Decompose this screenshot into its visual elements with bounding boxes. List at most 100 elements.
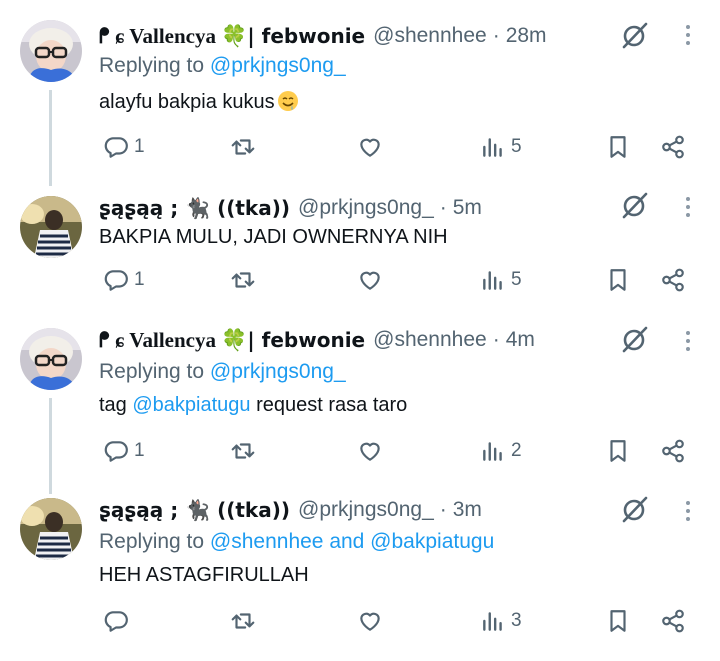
clover-badge: 🍀 (221, 23, 248, 48)
repost-button[interactable] (230, 130, 256, 164)
repost-icon (231, 443, 255, 459)
heart-icon (360, 138, 380, 157)
bookmark-icon (610, 136, 626, 158)
views-button[interactable]: 3 (480, 604, 522, 638)
views-icon (483, 138, 502, 157)
grok-icon[interactable] (620, 190, 650, 220)
bookmark-icon (610, 610, 626, 632)
like-button[interactable] (357, 604, 383, 638)
handle[interactable]: @shennhee (373, 328, 487, 352)
views-count: 5 (511, 269, 522, 290)
heart-icon (360, 271, 380, 290)
reply-button[interactable]: 1 (103, 434, 145, 468)
tweet-text: alayfu bakpia kukus (99, 90, 299, 114)
timestamp[interactable]: 5m (453, 196, 482, 220)
mention-link[interactable]: @shennhee and @bakpiatugu (210, 530, 494, 553)
share-button[interactable] (660, 604, 686, 638)
mention-link[interactable]: @bakpiatugu (132, 394, 250, 416)
views-count: 2 (511, 440, 522, 461)
tweet-4[interactable]: ʂąʂąą ; 🐈‍⬛ ((tka)) @prkjngs0ng_ · 3m Re… (0, 474, 720, 661)
share-button[interactable] (660, 130, 686, 164)
display-name[interactable]: ʂąʂąą ; 🐈‍⬛ ((tka)) (99, 498, 290, 522)
views-button[interactable]: 5 (480, 263, 522, 297)
views-count: 5 (511, 136, 522, 157)
more-icon[interactable] (676, 20, 700, 50)
like-button[interactable] (357, 130, 383, 164)
heart-icon (360, 442, 380, 461)
views-count: 3 (511, 610, 522, 631)
action-bar: 1 5 (0, 263, 720, 297)
display-name[interactable]: ʂąʂąą ; 🐈‍⬛ ((tka)) (99, 196, 290, 220)
share-button[interactable] (660, 434, 686, 468)
reply-icon (104, 441, 128, 462)
tweet-text: BAKPIA MULU, JADI OWNERNYA NIH (99, 226, 448, 248)
tweet-header: ᖰ ɕ Vallencya 🍀| febwonie @shennhee · 28… (99, 22, 547, 50)
heart-icon (360, 612, 380, 631)
reply-button[interactable]: 1 (103, 130, 145, 164)
clover-badge: 🍀 (221, 327, 248, 352)
share-icon (662, 135, 684, 159)
reply-button[interactable] (103, 604, 134, 638)
bookmark-button[interactable] (605, 130, 631, 164)
repost-icon (231, 613, 255, 629)
handle[interactable]: @prkjngs0ng_ (298, 196, 434, 220)
grok-icon[interactable] (620, 494, 650, 524)
repost-button[interactable] (230, 434, 256, 468)
like-button[interactable] (357, 434, 383, 468)
separator-dot: · (439, 498, 447, 521)
repost-button[interactable] (230, 604, 256, 638)
repost-button[interactable] (230, 263, 256, 297)
reply-count: 1 (134, 269, 145, 290)
handle[interactable]: @shennhee (373, 24, 487, 48)
timestamp[interactable]: 28m (506, 24, 547, 48)
display-name[interactable]: ᖰ ɕ Vallencya 🍀| febwonie (99, 24, 365, 49)
avatar[interactable] (20, 196, 82, 258)
share-button[interactable] (660, 263, 686, 297)
bookmark-button[interactable] (605, 263, 631, 297)
timestamp[interactable]: 4m (506, 328, 535, 352)
share-icon (662, 609, 684, 633)
share-icon (662, 439, 684, 463)
action-bar: 1 2 (0, 434, 720, 468)
separator-dot: · (439, 196, 447, 219)
grok-icon[interactable] (620, 324, 650, 354)
tweet-text: tag @bakpiatugu request rasa taro (99, 394, 408, 416)
tweet-1[interactable]: ᖰ ɕ Vallencya 🍀| febwonie @shennhee · 28… (0, 0, 720, 186)
more-icon[interactable] (676, 192, 700, 222)
bookmark-button[interactable] (605, 604, 631, 638)
more-icon[interactable] (676, 496, 700, 526)
tweet-header: ʂąʂąą ; 🐈‍⬛ ((tka)) @prkjngs0ng_ · 5m (99, 194, 482, 222)
replying-to: Replying to @prkjngs0ng_ (99, 54, 346, 77)
avatar[interactable] (20, 328, 82, 390)
grok-icon[interactable] (620, 20, 650, 50)
replying-to: Replying to @shennhee and @bakpiatugu (99, 530, 495, 553)
timestamp[interactable]: 3m (453, 498, 482, 522)
repost-icon (231, 139, 255, 155)
separator-dot: · (492, 328, 500, 351)
reply-icon (104, 137, 128, 158)
reply-icon (104, 611, 128, 632)
bookmark-icon (610, 440, 626, 462)
reply-count: 1 (134, 440, 145, 461)
avatar[interactable] (20, 498, 82, 560)
action-bar: 1 5 (0, 130, 720, 164)
handle[interactable]: @prkjngs0ng_ (298, 498, 434, 522)
more-icon[interactable] (676, 326, 700, 356)
mention-link[interactable]: @prkjngs0ng_ (210, 360, 346, 383)
repost-icon (231, 272, 255, 288)
mention-link[interactable]: @prkjngs0ng_ (210, 54, 346, 77)
action-bar: 3 (0, 604, 720, 638)
bookmark-button[interactable] (605, 434, 631, 468)
views-button[interactable]: 2 (480, 434, 522, 468)
share-icon (662, 268, 684, 292)
views-icon (483, 612, 502, 631)
avatar[interactable] (20, 20, 82, 82)
views-button[interactable]: 5 (480, 130, 522, 164)
reply-count: 1 (134, 136, 145, 157)
reply-button[interactable]: 1 (103, 263, 145, 297)
tweet-header: ᖰ ɕ Vallencya 🍀| febwonie @shennhee · 4m (99, 326, 535, 354)
tweet-3[interactable]: ᖰ ɕ Vallencya 🍀| febwonie @shennhee · 4m… (0, 304, 720, 494)
display-name[interactable]: ᖰ ɕ Vallencya 🍀| febwonie (99, 328, 365, 353)
like-button[interactable] (357, 263, 383, 297)
reply-thread: ᖰ ɕ Vallencya 🍀| febwonie @shennhee · 28… (0, 0, 720, 661)
